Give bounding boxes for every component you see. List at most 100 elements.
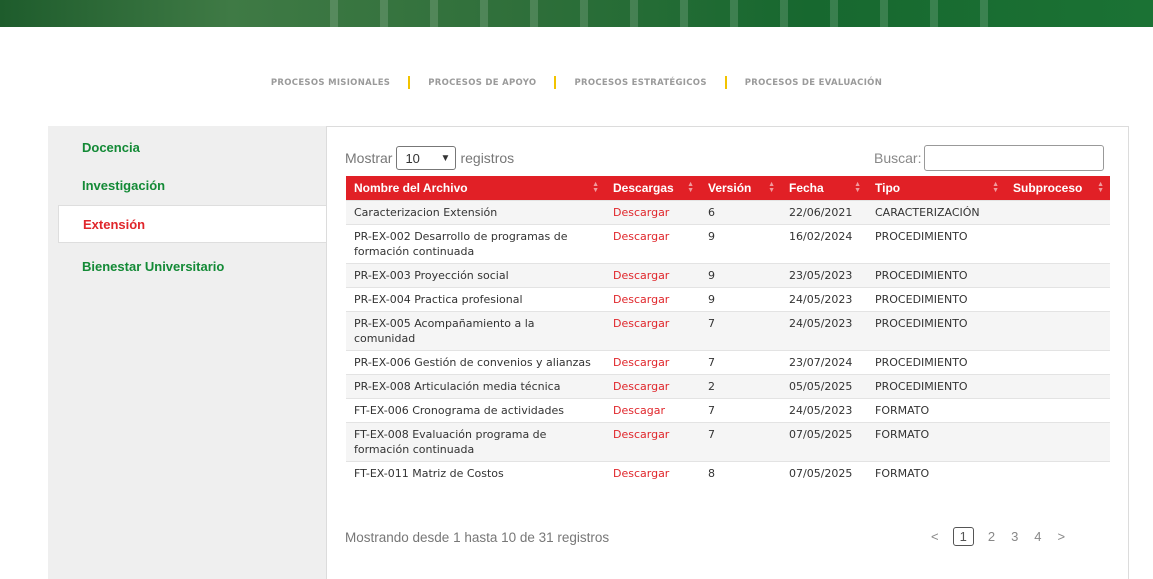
table-cell: FT-EX-008 Evaluación programa de formaci… bbox=[346, 421, 605, 461]
table-cell: 24/05/2023 bbox=[781, 286, 867, 311]
nav-procesos-estrategicos[interactable]: PROCESOS ESTRATÉGICOS bbox=[574, 78, 706, 88]
table-cell: PR-EX-003 Proyección social bbox=[346, 262, 605, 287]
table-cell: 2 bbox=[700, 373, 781, 398]
table-cell: FORMATO bbox=[867, 397, 1005, 422]
page-button[interactable]: 2 bbox=[988, 529, 995, 544]
table-cell: PROCEDIMIENTO bbox=[867, 373, 1005, 398]
table-cell bbox=[1005, 286, 1110, 311]
table-row: FT-EX-008 Evaluación programa de formaci… bbox=[346, 421, 1110, 461]
table-row: PR-EX-008 Articulación media técnica Desc… bbox=[346, 373, 1110, 398]
nav-procesos-evaluacion[interactable]: PROCESOS DE EVALUACIÓN bbox=[745, 78, 882, 88]
table-cell: 24/05/2023 bbox=[781, 310, 867, 350]
documents-table: Nombre del Archivo ▲ ▼ Descargas ▲ ▼ Versión… bbox=[346, 176, 1110, 485]
table-cell: 6 bbox=[700, 199, 781, 224]
page-button-current[interactable]: 1 bbox=[952, 527, 974, 546]
table-cell: PR-EX-004 Practica profesional bbox=[346, 286, 605, 311]
sidebar-item-bienestar[interactable]: Bienestar Universitario bbox=[48, 247, 326, 285]
next-page-button[interactable]: > bbox=[1058, 529, 1066, 544]
cell-descargas: Descargar bbox=[605, 460, 700, 485]
download-link[interactable]: Descargar bbox=[613, 293, 669, 306]
table-cell: 24/05/2023 bbox=[781, 397, 867, 422]
cell-descargas: Descagar bbox=[605, 397, 700, 422]
table-cell: PR-EX-008 Articulación media técnica bbox=[346, 373, 605, 398]
table-row: FT-EX-006 Cronograma de actividades Desca… bbox=[346, 397, 1110, 422]
prev-page-button[interactable]: < bbox=[931, 529, 939, 544]
table-cell: Caracterizacion Extensión bbox=[346, 199, 605, 224]
table-row: PR-EX-003 Proyección social Descargar 9 23/… bbox=[346, 262, 1110, 287]
download-link[interactable]: Descargar bbox=[613, 467, 669, 480]
download-link[interactable]: Descargar bbox=[613, 317, 669, 330]
table-cell: PROCEDIMIENTO bbox=[867, 349, 1005, 374]
table-cell bbox=[1005, 373, 1110, 398]
col-header-descargas[interactable]: Descargas ▲ ▼ bbox=[605, 176, 700, 200]
table-cell: 22/06/2021 bbox=[781, 199, 867, 224]
table-cell: 7 bbox=[700, 421, 781, 461]
table-cell: 9 bbox=[700, 286, 781, 311]
documents-table-panel: Mostrar 10 ▼ registros Buscar: Nombre de… bbox=[326, 126, 1129, 579]
records-label: registros bbox=[460, 150, 515, 166]
cell-descargas: Descargar bbox=[605, 286, 700, 311]
table-cell: 23/07/2024 bbox=[781, 349, 867, 374]
table-cell: 7 bbox=[700, 310, 781, 350]
sort-icon: ▲ ▼ bbox=[768, 181, 775, 194]
sort-icon: ▲ ▼ bbox=[854, 181, 861, 194]
col-header-subproceso[interactable]: Subproceso ▲ ▼ bbox=[1005, 176, 1110, 200]
page-length-control: Mostrar 10 ▼ registros bbox=[345, 146, 514, 170]
table-cell: FORMATO bbox=[867, 460, 1005, 485]
sidebar-item-extension[interactable]: Extensión bbox=[58, 205, 326, 243]
download-link[interactable]: Descagar bbox=[613, 404, 665, 417]
table-cell: PROCEDIMIENTO bbox=[867, 223, 1005, 263]
table-cell: PROCEDIMIENTO bbox=[867, 262, 1005, 287]
nav-divider bbox=[408, 76, 411, 89]
table-cell: PR-EX-006 Gestión de convenios y alianza… bbox=[346, 349, 605, 374]
table-cell: 05/05/2025 bbox=[781, 373, 867, 398]
download-link[interactable]: Descargar bbox=[613, 380, 669, 393]
cell-descargas: Descargar bbox=[605, 349, 700, 374]
table-cell bbox=[1005, 421, 1110, 461]
table-cell: 8 bbox=[700, 460, 781, 485]
page-size-select[interactable]: 10 ▼ bbox=[396, 146, 457, 170]
show-label: Mostrar bbox=[345, 150, 393, 166]
table-cell: 16/02/2024 bbox=[781, 223, 867, 263]
col-header-fecha[interactable]: Fecha ▲ ▼ bbox=[781, 176, 867, 200]
nav-procesos-misionales[interactable]: PROCESOS MISIONALES bbox=[271, 78, 390, 88]
page-button[interactable]: 3 bbox=[1011, 529, 1018, 544]
cell-descargas: Descargar bbox=[605, 310, 700, 350]
sort-icon: ▲ ▼ bbox=[592, 181, 599, 194]
col-header-tipo[interactable]: Tipo ▲ ▼ bbox=[867, 176, 1005, 200]
search-input[interactable] bbox=[924, 145, 1105, 171]
table-cell: FT-EX-011 Matriz de Costos bbox=[346, 460, 605, 485]
download-link[interactable]: Descargar bbox=[613, 230, 669, 243]
table-cell: 07/05/2025 bbox=[781, 421, 867, 461]
table-row: Caracterizacion Extensión Descargar 6 22/06… bbox=[346, 199, 1110, 224]
sort-icon: ▲ ▼ bbox=[687, 181, 694, 194]
table-cell bbox=[1005, 223, 1110, 263]
download-link[interactable]: Descargar bbox=[613, 206, 669, 219]
cell-descargas: Descargar bbox=[605, 223, 700, 263]
table-row: PR-EX-004 Practica profesional Descargar 9… bbox=[346, 286, 1110, 311]
download-link[interactable]: Descargar bbox=[613, 428, 669, 441]
cell-descargas: Descargar bbox=[605, 421, 700, 461]
nav-divider bbox=[724, 76, 727, 89]
col-header-nombre[interactable]: Nombre del Archivo ▲ ▼ bbox=[346, 176, 605, 200]
search-control: Buscar: bbox=[874, 145, 1105, 171]
download-link[interactable]: Descargar bbox=[613, 356, 669, 369]
nav-procesos-apoyo[interactable]: PROCESOS DE APOYO bbox=[428, 78, 536, 88]
table-cell bbox=[1005, 397, 1110, 422]
table-cell: CARACTERIZACIÓN bbox=[867, 199, 1005, 224]
sidebar-item-docencia[interactable]: Docencia bbox=[48, 128, 326, 166]
table-row: PR-EX-005 Acompañamiento a la comunidad D… bbox=[346, 310, 1110, 350]
table-cell bbox=[1005, 349, 1110, 374]
table-row: PR-EX-002 Desarrollo de programas de for… bbox=[346, 223, 1110, 263]
download-link[interactable]: Descargar bbox=[613, 269, 669, 282]
sort-icon: ▲ ▼ bbox=[992, 181, 999, 194]
table-info: Mostrando desde 1 hasta 10 de 31 registr… bbox=[345, 530, 610, 545]
table-cell: 7 bbox=[700, 397, 781, 422]
sidebar-item-investigacion[interactable]: Investigación bbox=[48, 166, 326, 204]
chevron-down-icon: ▼ bbox=[440, 152, 451, 164]
col-header-version[interactable]: Versión ▲ ▼ bbox=[700, 176, 781, 200]
table-cell: 23/05/2023 bbox=[781, 262, 867, 287]
page-button[interactable]: 4 bbox=[1034, 529, 1041, 544]
table-cell: FORMATO bbox=[867, 421, 1005, 461]
header-banner bbox=[0, 0, 1153, 27]
